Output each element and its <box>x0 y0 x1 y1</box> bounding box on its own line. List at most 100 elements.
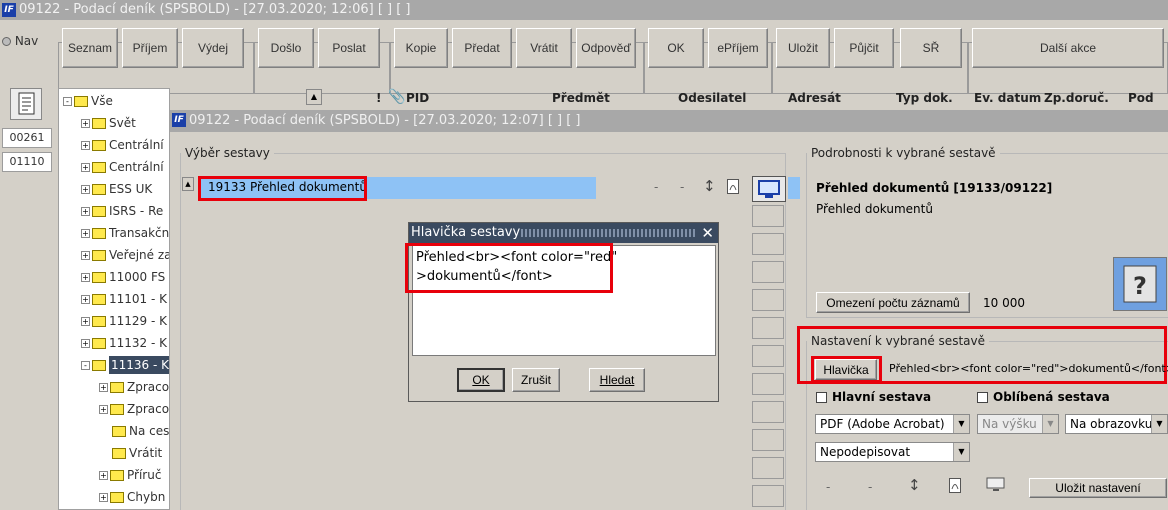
left-panel: Nav 00261 01110 <box>0 28 56 510</box>
dialog-ok-button[interactable]: OK <box>457 368 505 392</box>
counter-1[interactable]: 00261 <box>2 128 52 148</box>
nav-toggle[interactable]: Nav <box>2 34 38 48</box>
list-scroll-up-button[interactable]: ▲ <box>182 177 194 191</box>
expand-icon[interactable]: + <box>81 229 90 238</box>
report-slot-button[interactable] <box>752 457 784 479</box>
tree-item[interactable]: +11000 FS <box>81 267 165 287</box>
monitor-preview-icon[interactable] <box>752 176 786 202</box>
tree-item[interactable]: Vrátit <box>99 443 162 463</box>
report-slot-button[interactable] <box>752 317 784 339</box>
tree-item[interactable]: + Transakčn <box>81 223 169 243</box>
counter-2[interactable]: 01110 <box>2 152 52 172</box>
toolbar-button-prijem[interactable]: Příjem <box>122 28 178 68</box>
record-limit-button[interactable]: Omezení počtu záznamů <box>816 292 970 313</box>
expand-icon[interactable]: + <box>99 405 108 414</box>
tree-item[interactable]: + Příruč <box>99 465 161 485</box>
report-slot-button[interactable] <box>752 429 784 451</box>
save-settings-button[interactable]: Uložit nastavení <box>1029 478 1167 498</box>
dialog-title-bar[interactable]: Hlavička sestavy ✕ <box>409 223 718 243</box>
toolbar-button-ulozit[interactable]: Uložit <box>776 28 830 68</box>
col-odesilatel[interactable]: Odesilatel <box>678 91 746 105</box>
dialog-cancel-button[interactable]: Zrušit <box>512 368 560 392</box>
col-flag[interactable]: ! <box>376 91 381 105</box>
expand-icon[interactable]: + <box>81 207 90 216</box>
tree-item[interactable]: +11129 - K <box>81 311 167 331</box>
sort-arrows-icon[interactable]: ↕ <box>703 177 716 195</box>
report-slot-button[interactable] <box>752 345 784 367</box>
report-slot-button[interactable] <box>752 205 784 227</box>
expand-icon[interactable]: + <box>81 163 90 172</box>
collapse-icon[interactable]: - <box>81 361 90 370</box>
tree-item[interactable]: + Chybn <box>99 487 165 507</box>
main-report-checkbox[interactable] <box>816 392 827 403</box>
report-slot-button[interactable] <box>752 233 784 255</box>
toolbar-button-odpoved[interactable]: Odpověď <box>576 28 636 68</box>
report-slot-button[interactable] <box>752 401 784 423</box>
toolbar-button-seznam[interactable]: Seznam <box>62 28 118 68</box>
favorite-report-checkbox[interactable] <box>977 392 988 403</box>
expand-icon[interactable]: + <box>81 273 90 282</box>
expand-icon[interactable]: + <box>81 185 90 194</box>
sort-arrows-icon[interactable]: ↕ <box>908 476 921 494</box>
col-zp-doruc[interactable]: Zp.doruč. <box>1044 91 1109 105</box>
dialog-search-button[interactable]: Hledat <box>589 368 645 392</box>
expand-icon[interactable]: + <box>81 141 90 150</box>
collapse-icon[interactable]: - <box>63 97 72 106</box>
expand-icon[interactable]: + <box>99 471 108 480</box>
toolbar-button-vratit[interactable]: Vrátit <box>516 28 572 68</box>
monitor-icon[interactable] <box>985 476 1007 494</box>
selection-row-end <box>788 177 800 199</box>
pdf-icon[interactable] <box>727 179 739 194</box>
col-predmet[interactable]: Předmět <box>552 91 610 105</box>
toolbar-button-poslat[interactable]: Poslat <box>318 28 380 68</box>
col-ev-datum[interactable]: Ev. datum <box>974 91 1041 105</box>
tree-item[interactable]: + Centrální <box>81 135 164 155</box>
expand-icon[interactable]: + <box>81 295 90 304</box>
col-adresat[interactable]: Adresát <box>788 91 841 105</box>
toolbar-button-doslo[interactable]: Došlo <box>258 28 314 68</box>
tree-item[interactable]: +11132 - K <box>81 333 167 353</box>
toolbar-button-ok[interactable]: OK <box>648 28 704 68</box>
toolbar-button-eprijem[interactable]: ePříjem <box>708 28 768 68</box>
toolbar-button-predat[interactable]: Předat <box>452 28 512 68</box>
tree-item[interactable]: - 11136 - K <box>81 355 169 375</box>
signing-select[interactable]: Nepodepisovat ▼ <box>815 442 970 462</box>
toolbar-button-dalsi-akce[interactable]: Další akce <box>972 28 1164 68</box>
expand-icon[interactable]: + <box>81 339 90 348</box>
tree-item[interactable]: + Veřejné za <box>81 245 169 265</box>
tree-item[interactable]: Na ces <box>99 421 169 441</box>
tree-item[interactable]: + Svět <box>81 113 136 133</box>
tree-item-label: Transakčn <box>109 226 170 240</box>
tree-item[interactable]: - Vše <box>63 91 113 111</box>
close-icon[interactable]: ✕ <box>701 223 714 243</box>
report-slot-button[interactable] <box>752 261 784 283</box>
report-slot-button[interactable] <box>752 485 784 507</box>
tree-item[interactable]: +11101 - K <box>81 289 167 309</box>
format-select[interactable]: PDF (Adobe Acrobat) ▼ <box>815 414 970 434</box>
tree-scroll-up-button[interactable]: ▲ <box>306 89 322 105</box>
toolbar-button-pujcit[interactable]: Půjčit <box>834 28 894 68</box>
tree-item[interactable]: + ISRS - Re <box>81 201 163 221</box>
expand-icon[interactable]: + <box>99 493 108 502</box>
output-select[interactable]: Na obrazovku ▼ <box>1065 414 1168 434</box>
pdf-icon[interactable] <box>949 478 961 493</box>
col-typ-dok[interactable]: Typ dok. <box>896 91 953 105</box>
expand-icon[interactable]: + <box>81 317 90 326</box>
report-slot-button[interactable] <box>752 289 784 311</box>
col-pid[interactable]: PID <box>406 91 429 105</box>
toolbar-button-kopie[interactable]: Kopie <box>394 28 448 68</box>
tree-item[interactable]: + Centrální <box>81 157 164 177</box>
document-list-icon[interactable] <box>10 88 42 120</box>
expand-icon[interactable]: + <box>81 119 90 128</box>
expand-icon[interactable]: + <box>81 251 90 260</box>
toolbar-button-sr[interactable]: SŘ <box>900 28 962 68</box>
col-pod[interactable]: Pod <box>1128 91 1154 105</box>
toolbar-button-vydej[interactable]: Výdej <box>182 28 244 68</box>
expand-icon[interactable]: + <box>99 383 108 392</box>
help-icon[interactable]: ? <box>1113 257 1167 311</box>
tree-item[interactable]: + ESS UK <box>81 179 152 199</box>
report-slot-button[interactable] <box>752 373 784 395</box>
tree-item[interactable]: + Zpraco <box>99 399 169 419</box>
orientation-select[interactable]: Na výšku ▼ <box>977 414 1059 434</box>
tree-item[interactable]: + Zpraco <box>99 377 169 397</box>
